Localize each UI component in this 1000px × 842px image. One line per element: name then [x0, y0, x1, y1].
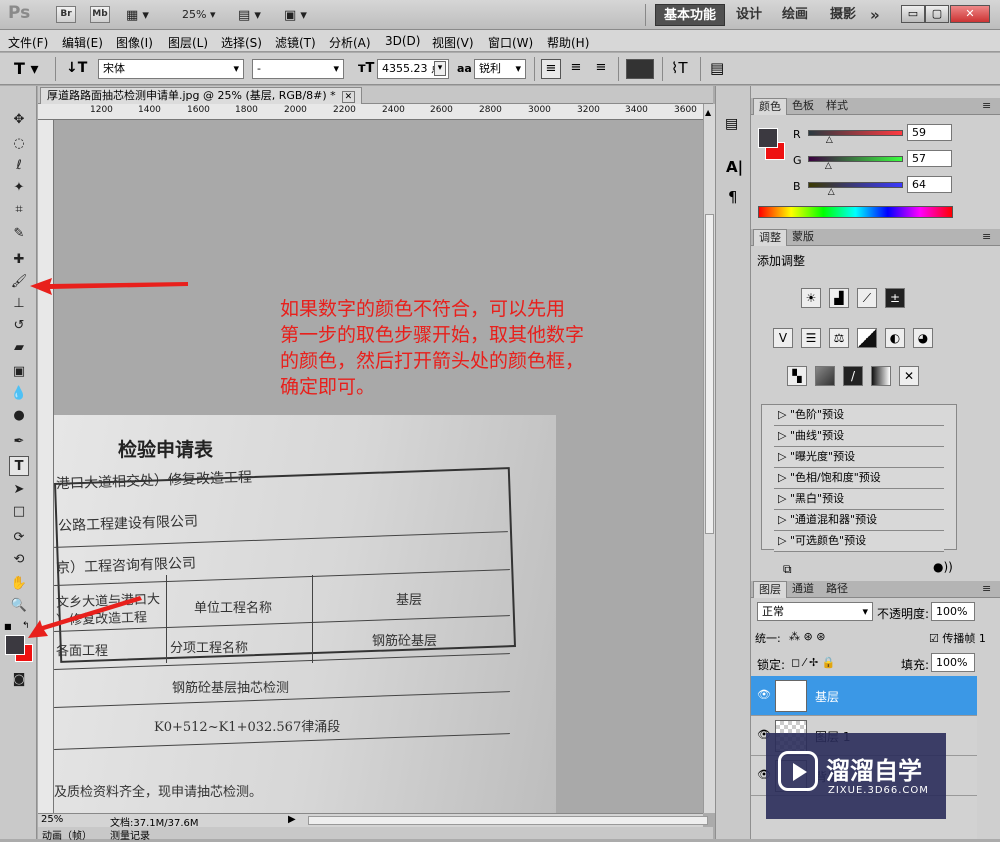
propagate-frame-checkbox[interactable]: ☑ 传播帧 1 — [929, 630, 986, 646]
blue-slider-thumb[interactable]: △ — [828, 187, 835, 197]
preset-hue-saturation[interactable]: ▷ "色相/饱和度"预设 — [774, 468, 944, 489]
panel-menu-icon[interactable]: ≡ — [977, 98, 996, 115]
tab-color[interactable]: 颜色 — [753, 98, 787, 115]
g-label: G — [793, 154, 802, 167]
panel-menu-icon[interactable]: ≡ — [977, 581, 996, 598]
blue-slider[interactable] — [808, 182, 903, 188]
unify-label: 统一: — [755, 632, 781, 645]
preset-levels[interactable]: ▷ "色阶"预设 — [774, 405, 944, 426]
foreground-color-swatch[interactable] — [758, 128, 778, 148]
character-panel-icon[interactable]: A| — [726, 158, 743, 176]
arrow-to-color-swatch — [28, 596, 142, 638]
status-zoom[interactable]: 25% — [41, 814, 63, 825]
red-slider-thumb[interactable]: △ — [826, 135, 833, 145]
blend-mode-value: 正常 — [762, 605, 784, 618]
site-watermark: 溜溜自学 ZIXUE.3D66.COM — [766, 733, 946, 819]
green-slider-thumb[interactable]: △ — [825, 161, 832, 171]
vibrance-icon[interactable]: V — [773, 328, 793, 348]
gradient-map-icon[interactable] — [871, 366, 891, 386]
tab-measurement-log[interactable]: 测量记录 — [110, 827, 150, 842]
tab-styles[interactable]: 样式 — [821, 98, 853, 115]
tab-adjustments[interactable]: 调整 — [753, 229, 787, 246]
history-panel-icon[interactable]: ▤ — [725, 116, 738, 132]
return-to-list-icon[interactable]: ⧉ — [783, 562, 792, 577]
watermark-url: ZIXUE.3D66.COM — [828, 785, 929, 796]
play-logo-icon — [778, 751, 818, 791]
right-panel-dock: 颜色 色板 样式 ≡ R △ 59 G △ 57 B △ 64 调整 蒙版 ≡ … — [751, 86, 1000, 839]
preset-exposure[interactable]: ▷ "曝光度"预设 — [774, 447, 944, 468]
preset-label: "曝光度"预设 — [789, 450, 856, 463]
canvas-horizontal-scrollbar[interactable] — [308, 816, 708, 825]
panel-menu-icon[interactable]: ≡ — [977, 229, 996, 246]
b-label: B — [793, 180, 801, 193]
threshold-icon[interactable]: / — [843, 366, 863, 386]
tab-masks[interactable]: 蒙版 — [787, 229, 819, 246]
scrollbar-thumb[interactable] — [705, 214, 714, 534]
preset-channel-mixer[interactable]: ▷ "通道混和器"预设 — [774, 510, 944, 531]
visibility-eye-icon[interactable]: 👁 — [757, 688, 771, 701]
preset-label: "通道混和器"预设 — [789, 513, 878, 526]
layer-name: 基层 — [815, 690, 840, 704]
paragraph-panel-icon[interactable]: ¶ — [728, 188, 738, 206]
preset-selective-color[interactable]: ▷ "可选颜色"预设 — [774, 531, 944, 552]
photo-filter-icon[interactable]: ◐ — [885, 328, 905, 348]
red-slider[interactable] — [808, 130, 903, 136]
adjustment-options-icon[interactable]: ●)) — [933, 560, 953, 574]
preset-curves[interactable]: ▷ "曲线"预设 — [774, 426, 944, 447]
propagate-label: 传播帧 1 — [942, 632, 986, 645]
opacity-field[interactable]: 100% — [931, 602, 975, 621]
status-menu-arrow-icon[interactable]: ▶ — [288, 814, 296, 825]
color-balance-icon[interactable]: ⚖ — [829, 328, 849, 348]
layer-row-selected[interactable]: 👁 T 基层 — [751, 676, 977, 716]
add-adjustment-heading: 添加调整 — [757, 254, 806, 268]
channel-mixer-icon[interactable]: ◕ — [913, 328, 933, 348]
posterize-icon[interactable] — [815, 366, 835, 386]
fill-label: 填充: — [901, 658, 930, 672]
levels-icon[interactable]: ▟ — [829, 288, 849, 308]
preset-label: "色相/饱和度"预设 — [789, 471, 881, 484]
brightness-contrast-icon[interactable]: ☀ — [801, 288, 821, 308]
preset-label: "曲线"预设 — [789, 429, 845, 442]
tab-paths[interactable]: 路径 — [821, 581, 853, 598]
canvas-vertical-scrollbar[interactable]: ▲ — [703, 104, 715, 813]
preset-label: "可选颜色"预设 — [789, 534, 867, 547]
tab-animation[interactable]: 动画（帧） — [42, 827, 92, 842]
green-value-field[interactable]: 57 — [907, 150, 952, 167]
blend-mode-dropdown[interactable]: 正常 ▾ — [757, 602, 873, 621]
fill-field[interactable]: 100% — [931, 653, 975, 672]
curves-icon[interactable]: ⟋ — [857, 288, 877, 308]
lock-label: 锁定: — [757, 658, 786, 672]
scroll-up-icon[interactable]: ▲ — [705, 108, 711, 117]
color-spectrum-bar[interactable] — [758, 206, 953, 218]
tab-layers[interactable]: 图层 — [753, 581, 787, 598]
exposure-icon[interactable]: ± — [885, 288, 905, 308]
watermark-name: 溜溜自学 — [826, 757, 922, 785]
tab-swatches[interactable]: 色板 — [787, 98, 819, 115]
red-value-field[interactable]: 59 — [907, 124, 952, 141]
chevron-down-icon: ▾ — [862, 605, 868, 618]
r-label: R — [793, 128, 801, 141]
preset-label: "色阶"预设 — [789, 408, 845, 421]
arrow-to-brush — [30, 278, 188, 295]
opacity-label: 不透明度: — [877, 607, 930, 621]
text-layer-thumb: T — [775, 680, 807, 712]
invert-icon[interactable]: ▚ — [787, 366, 807, 386]
color-panel-tabs: 颜色 色板 样式 ≡ — [751, 98, 1000, 115]
hue-saturation-icon[interactable]: ☰ — [801, 328, 821, 348]
unify-icons[interactable]: ⁂ ⊛ ⊛ — [789, 630, 825, 643]
green-slider[interactable] — [808, 156, 903, 162]
adjustment-presets-list: ▷ "色阶"预设 ▷ "曲线"预设 ▷ "曝光度"预设 ▷ "色相/饱和度"预设… — [761, 404, 957, 552]
black-white-icon[interactable] — [857, 328, 877, 348]
status-bar: 25% 文档:37.1M/37.6M ▶ — [38, 813, 708, 829]
lock-icons[interactable]: ◻ ⁄ ✢ 🔒 — [791, 656, 835, 669]
adjustments-panel-tabs: 调整 蒙版 ≡ — [751, 229, 1000, 246]
tab-channels[interactable]: 通道 — [787, 581, 819, 598]
blue-value-field[interactable]: 64 — [907, 176, 952, 193]
selective-color-icon[interactable]: ✕ — [899, 366, 919, 386]
preset-black-white[interactable]: ▷ "黑白"预设 — [774, 489, 944, 510]
bottom-panel-tabs: 动画（帧） 测量记录 — [38, 827, 713, 842]
preset-label: "黑白"预设 — [789, 492, 845, 505]
layers-panel-tabs: 图层 通道 路径 ≡ — [751, 581, 1000, 598]
collapsed-panel-strip: ▤ A| ¶ — [715, 86, 751, 839]
